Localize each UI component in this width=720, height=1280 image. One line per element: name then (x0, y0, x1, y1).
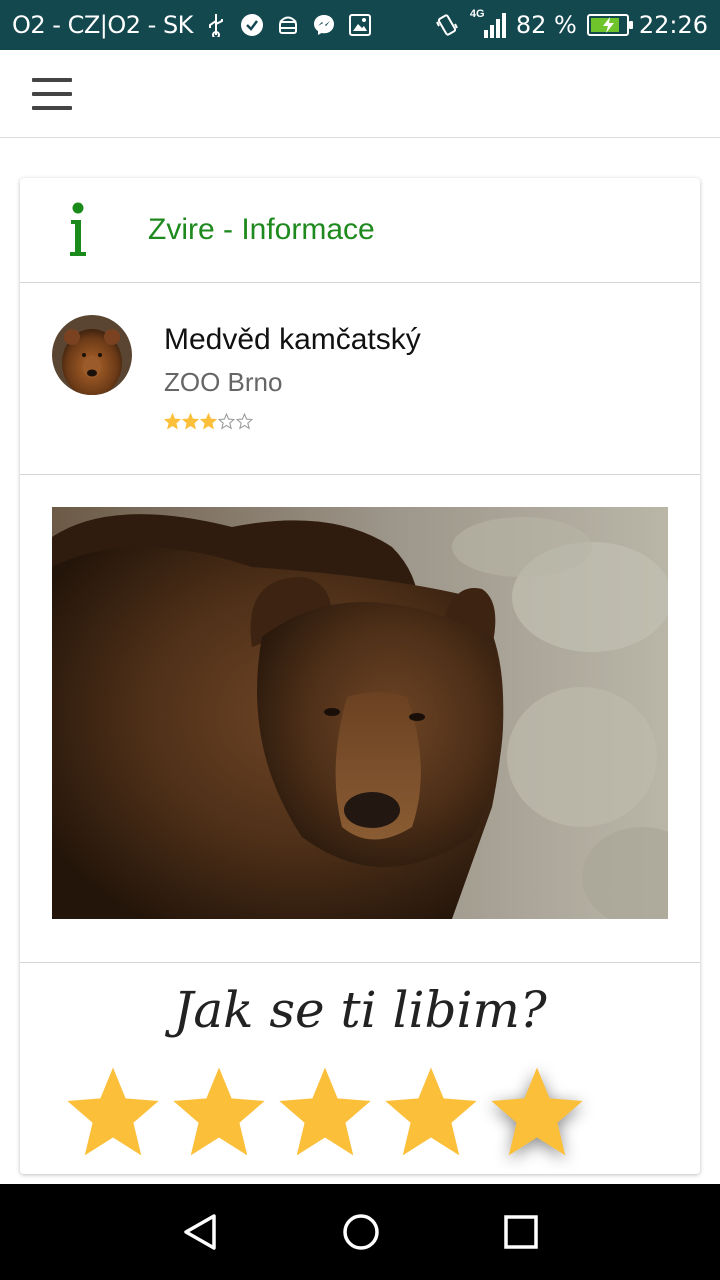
bear-avatar (52, 315, 132, 395)
animal-summary[interactable]: Medvěd kamčatský ZOO Brno (20, 283, 700, 475)
animal-info-card: Zvire - Informace Medvěd kamčatský ZOO B… (20, 178, 700, 1174)
card-header: Zvire - Informace (20, 178, 700, 283)
photo-section (20, 475, 700, 963)
home-icon[interactable] (341, 1212, 381, 1252)
system-nav-bar (0, 1184, 720, 1280)
card-title: Zvire - Informace (148, 213, 375, 246)
info-icon (58, 202, 98, 258)
star-filled-icon (182, 413, 199, 430)
vibrate-icon (434, 12, 460, 38)
brown-bear-photo (52, 507, 668, 919)
status-bar: O2 - CZ|O2 - SK 4G 82 % 22:26 (0, 0, 720, 50)
star-filled-icon (200, 413, 217, 430)
signal-icon: 4G (470, 8, 506, 40)
zoo-name: ZOO Brno (164, 367, 283, 397)
back-icon[interactable] (180, 1212, 220, 1252)
messenger-icon (311, 12, 337, 38)
recents-icon[interactable] (501, 1212, 541, 1252)
check-circle-icon (239, 12, 265, 38)
rating-star-1[interactable] (60, 1061, 166, 1161)
rating-stars (60, 1061, 590, 1161)
usb-icon (203, 12, 229, 38)
rating-question: Jak se ti libim? (173, 981, 547, 1039)
star-empty-icon (236, 413, 253, 430)
rating-star-4[interactable] (378, 1061, 484, 1161)
hamburger-menu-icon[interactable] (30, 78, 74, 110)
android-icon (275, 12, 301, 38)
carrier-label: O2 - CZ|O2 - SK (12, 11, 193, 39)
battery-charging-icon (586, 14, 633, 36)
star-filled-icon (164, 413, 181, 430)
image-icon (347, 12, 373, 38)
animal-name: Medvěd kamčatský (164, 323, 421, 356)
animal-rating (164, 413, 253, 430)
rating-star-2[interactable] (166, 1061, 272, 1161)
star-empty-icon (218, 413, 235, 430)
battery-percent: 82 % (515, 11, 577, 39)
rating-star-3[interactable] (272, 1061, 378, 1161)
app-bar (0, 50, 720, 138)
rating-section: Jak se ti libim? (20, 963, 700, 1173)
rating-star-5[interactable] (484, 1061, 590, 1161)
clock: 22:26 (638, 11, 708, 39)
